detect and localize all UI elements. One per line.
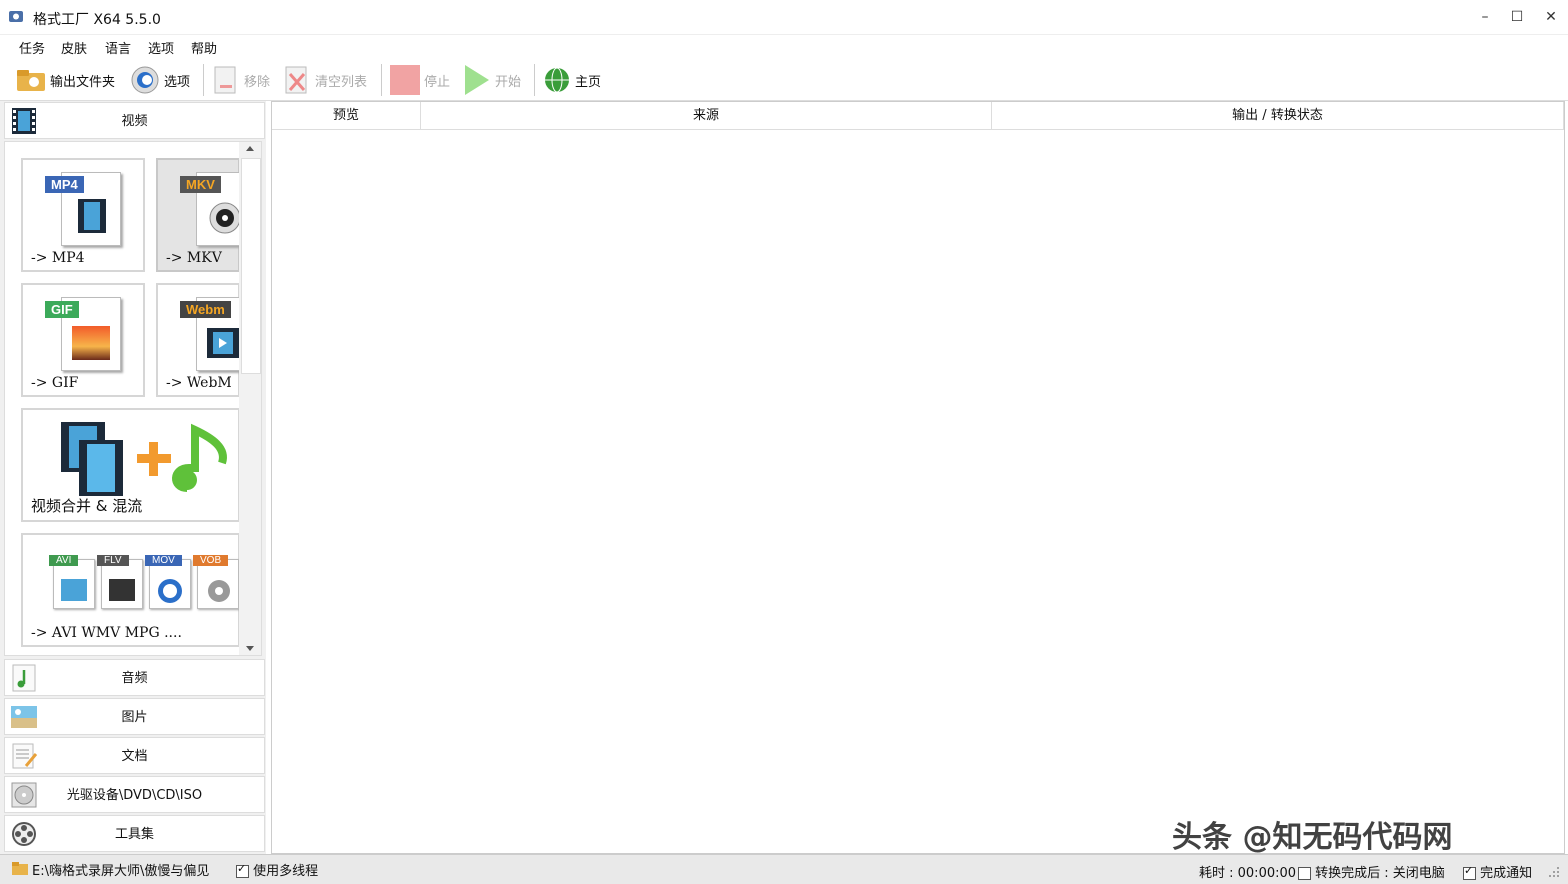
- remove-file-icon: [214, 66, 236, 94]
- notify-checkbox[interactable]: 完成通知: [1463, 862, 1532, 881]
- output-folder-button[interactable]: 输出文件夹: [16, 62, 115, 98]
- checkbox-icon[interactable]: [1463, 864, 1476, 880]
- flv-badge: FLV: [97, 555, 129, 566]
- avi-badge: AVI: [49, 555, 79, 566]
- category-optical[interactable]: 光驱设备\DVD\CD\ISO: [4, 776, 265, 813]
- scrollbar-thumb[interactable]: [241, 158, 261, 374]
- start-button[interactable]: 开始: [463, 62, 521, 98]
- remove-label: 移除: [244, 74, 271, 90]
- notify-label: 完成通知: [1480, 866, 1533, 881]
- output-folder-label: 输出文件夹: [50, 74, 116, 90]
- close-button[interactable]: ✕: [1535, 0, 1567, 34]
- globe-icon: [545, 67, 569, 93]
- gear-icon: [131, 66, 159, 94]
- format-icons: AVI FLV MOV VOB: [49, 555, 239, 615]
- output-path[interactable]: E:\嗨格式录屏大师\傲慢与偏见: [32, 860, 209, 879]
- maximize-button[interactable]: ☐: [1501, 0, 1533, 34]
- options-button[interactable]: 选项: [130, 62, 190, 98]
- multithread-label: 使用多线程: [253, 864, 319, 879]
- category-tools-label: 工具集: [114, 827, 154, 842]
- folder-icon: [12, 862, 28, 875]
- start-label: 开始: [495, 74, 522, 90]
- menu-language[interactable]: 语言: [105, 38, 131, 57]
- category-image-label: 图片: [121, 710, 148, 725]
- after-done-checkbox[interactable]: 转换完成后 : 关闭电脑: [1298, 862, 1445, 881]
- mp4-tile[interactable]: MP4 -> MP4: [21, 158, 145, 272]
- clear-list-button[interactable]: 清空列表: [283, 62, 367, 98]
- menu-tasks[interactable]: 任务: [19, 38, 45, 57]
- webm-tile[interactable]: Webm -> WebM: [156, 283, 242, 397]
- category-document-label: 文档: [121, 749, 148, 764]
- scroll-up-icon[interactable]: [245, 145, 255, 153]
- webm-caption: -> WebM: [166, 375, 232, 391]
- stop-button[interactable]: 停止: [390, 62, 450, 98]
- mov-badge: MOV: [145, 555, 182, 566]
- video-merge-caption: 视频合并 & 混流: [31, 497, 143, 515]
- stop-icon: [390, 65, 420, 95]
- mkv-badge: MKV: [180, 176, 221, 193]
- menu-bar: [0, 34, 1568, 58]
- gif-badge: GIF: [45, 301, 79, 318]
- other-formats-tile[interactable]: AVI FLV MOV VOB -> AVI WMV MPG ....: [21, 533, 240, 647]
- title-bar: [0, 0, 1568, 35]
- category-audio-label: 音频: [121, 671, 148, 686]
- category-optical-label: 光驱设备\DVD\CD\ISO: [66, 788, 203, 803]
- clear-list-label: 清空列表: [315, 74, 368, 90]
- folder-icon: [17, 70, 45, 91]
- menu-options[interactable]: 选项: [148, 38, 174, 57]
- window-title: 格式工厂 X64 5.5.0: [33, 12, 161, 28]
- watermark: 头条 @知无码代码网: [1172, 820, 1453, 855]
- clear-list-icon: [285, 66, 307, 94]
- other-formats-caption: -> AVI WMV MPG ....: [31, 625, 182, 641]
- webm-badge: Webm: [180, 301, 231, 318]
- mp4-badge: MP4: [45, 176, 84, 193]
- task-list[interactable]: [271, 101, 1565, 854]
- stop-label: 停止: [424, 74, 451, 90]
- mp4-caption: -> MP4: [31, 250, 85, 266]
- multithread-checkbox[interactable]: 使用多线程: [236, 860, 318, 879]
- after-done-label: 转换完成后 : 关闭电脑: [1315, 866, 1445, 881]
- options-label: 选项: [164, 74, 191, 90]
- checkbox-icon[interactable]: [1298, 867, 1311, 880]
- gif-tile[interactable]: GIF -> GIF: [21, 283, 145, 397]
- home-label: 主页: [575, 74, 602, 90]
- column-header-preview[interactable]: 预览: [272, 102, 421, 130]
- category-video[interactable]: 视频: [4, 102, 265, 139]
- column-header-source[interactable]: 来源: [421, 102, 992, 130]
- mkv-tile[interactable]: MKV -> MKV: [156, 158, 242, 272]
- app-icon: [8, 8, 24, 24]
- play-icon: [465, 65, 489, 95]
- remove-button[interactable]: 移除: [212, 62, 270, 98]
- category-image[interactable]: 图片: [4, 698, 265, 735]
- home-button[interactable]: 主页: [543, 62, 601, 98]
- menu-skin[interactable]: 皮肤: [61, 38, 87, 57]
- category-tools[interactable]: 工具集: [4, 815, 265, 852]
- menu-help[interactable]: 帮助: [191, 38, 217, 57]
- toolbar-separator: [203, 64, 204, 96]
- toolbar-separator: [534, 64, 535, 96]
- column-header-output[interactable]: 输出 / 转换状态: [992, 102, 1564, 130]
- category-document[interactable]: 文档: [4, 737, 265, 774]
- resize-grip-icon[interactable]: [1548, 866, 1560, 878]
- toolbar-separator: [381, 64, 382, 96]
- gif-caption: -> GIF: [31, 375, 79, 391]
- scroll-down-icon[interactable]: [245, 645, 255, 653]
- checkbox-icon[interactable]: [236, 862, 249, 878]
- category-audio[interactable]: 音频: [4, 659, 265, 696]
- mkv-caption: -> MKV: [166, 250, 222, 266]
- vob-badge: VOB: [193, 555, 229, 566]
- merge-icon: [61, 422, 227, 496]
- minimize-button[interactable]: –: [1469, 0, 1501, 34]
- video-merge-tile[interactable]: 视频合并 & 混流: [21, 408, 240, 522]
- elapsed-time: 耗时 : 00:00:00: [1199, 866, 1297, 881]
- category-video-label: 视频: [121, 114, 148, 129]
